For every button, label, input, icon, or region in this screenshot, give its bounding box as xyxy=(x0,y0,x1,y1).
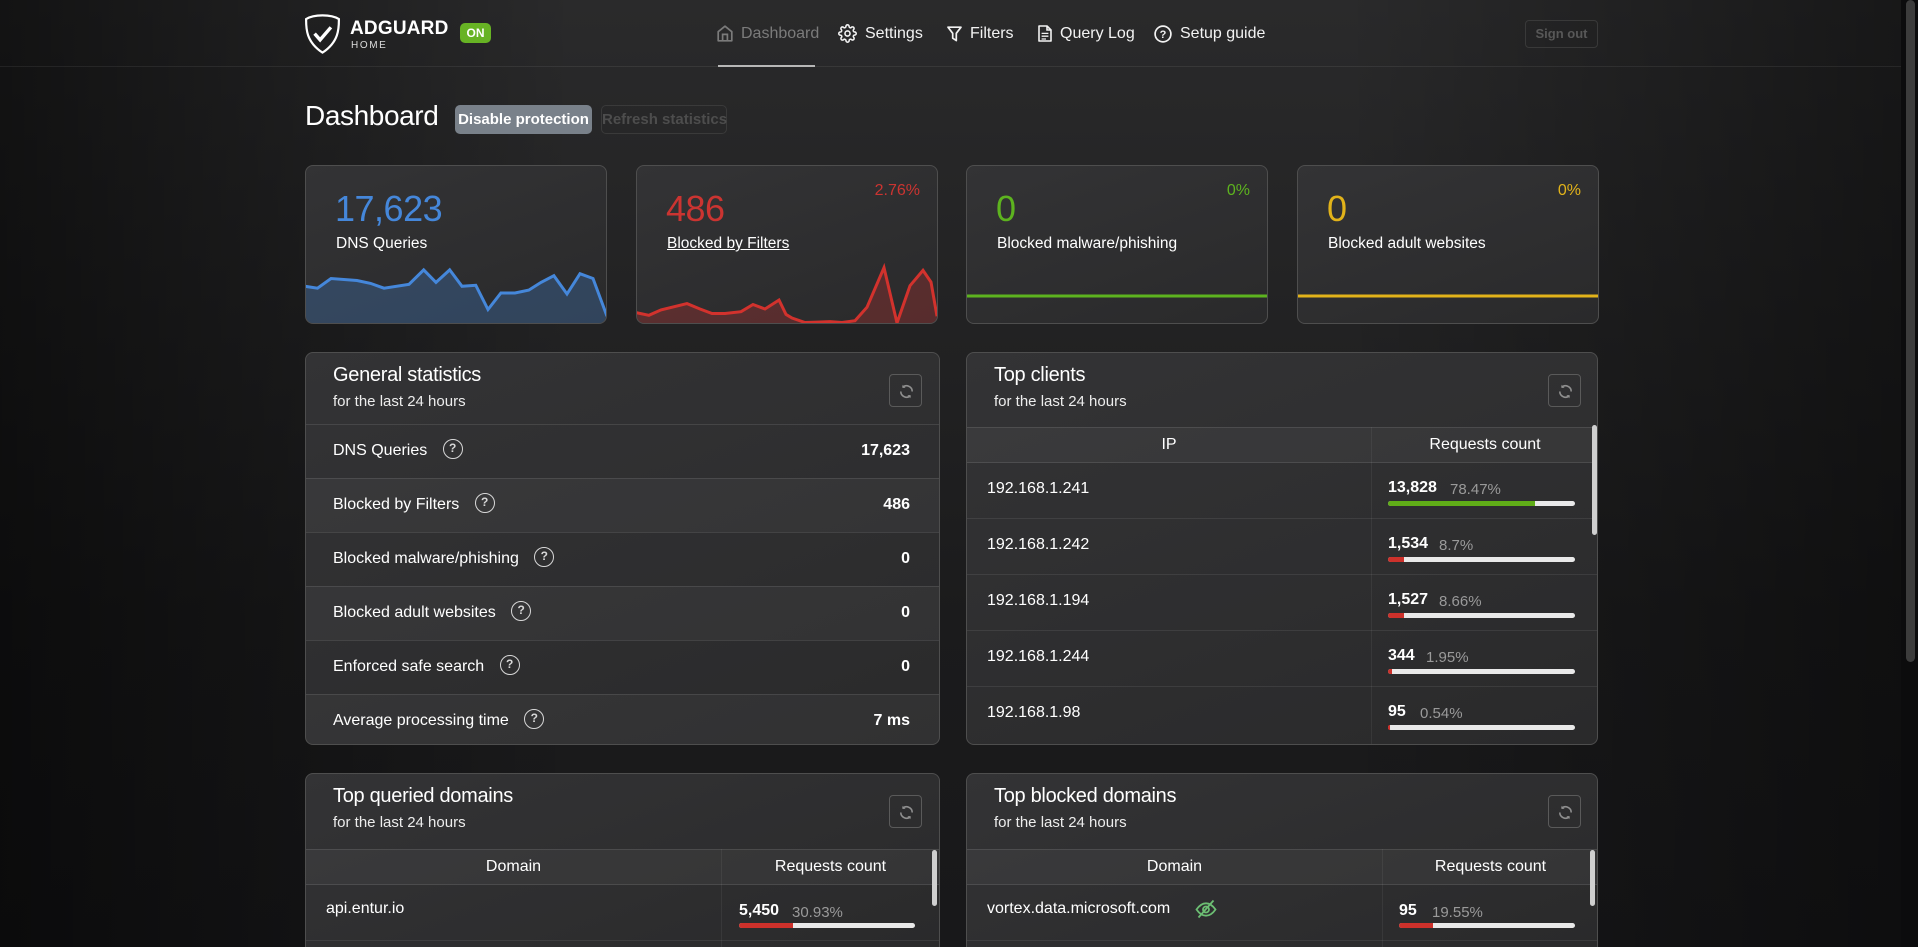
svg-text:?: ? xyxy=(1160,29,1167,41)
